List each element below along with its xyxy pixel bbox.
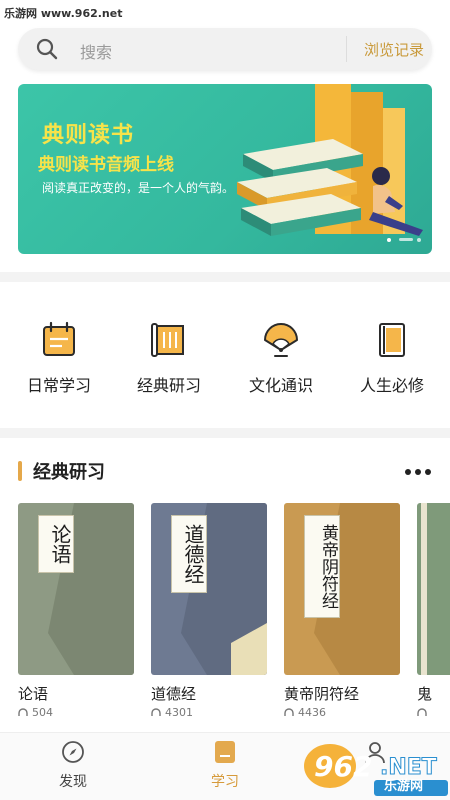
headphone-icon (18, 708, 28, 716)
category-label: 人生必修 (359, 376, 424, 395)
book-name: 鬼 (417, 685, 433, 703)
banner-title: 典则读书 (42, 123, 135, 148)
category-label: 日常学习 (26, 376, 91, 395)
compass-icon (62, 741, 84, 763)
section-title: 经典研习 (33, 462, 105, 483)
book-icon (379, 323, 405, 357)
cover-title: 黄帝阴符经 (304, 515, 340, 618)
cover-shadow (48, 503, 134, 675)
calendar-icon (43, 321, 75, 356)
watermark-subtext: 乐游网 (384, 779, 424, 794)
svg-text:962: 962 (314, 750, 372, 783)
study-icon (215, 741, 235, 763)
banner-illustration (237, 84, 423, 242)
section-accent-bar (18, 461, 22, 481)
search-icon (36, 38, 58, 60)
listen-count (417, 706, 450, 719)
tab-study[interactable]: 学习 (180, 739, 270, 791)
listen-count: 4436 (284, 706, 400, 719)
book-name: 黄帝阴符经 (284, 685, 360, 703)
cover-shadow (421, 503, 427, 675)
banner-description: 阅读真正改变的，是一个人的气韵。 (42, 181, 235, 195)
listen-count-value: 4436 (298, 706, 326, 719)
listen-count: 4301 (151, 706, 267, 719)
listen-count-value: 504 (32, 706, 53, 719)
book-card-gui[interactable]: 鬼 (417, 503, 450, 723)
listen-count: 504 (18, 706, 134, 719)
book-cover: 黄帝阴符经 (284, 503, 400, 675)
headphone-icon (417, 708, 427, 716)
listen-count-value: 4301 (165, 706, 193, 719)
tab-discover[interactable]: 发现 (28, 739, 118, 791)
cover-shadow (181, 503, 267, 675)
tab-label: 发现 (59, 774, 87, 790)
book-name: 论语 (18, 685, 49, 703)
search-input[interactable]: 搜索 (80, 39, 112, 63)
fan-icon (264, 323, 298, 357)
cover-shadow (314, 503, 400, 675)
category-label: 文化通识 (248, 376, 313, 395)
book-name: 道德经 (151, 685, 197, 703)
scroll-icon (151, 323, 184, 357)
book-cover: 道德经 (151, 503, 267, 675)
category-daily-study[interactable]: 日常学习 (4, 320, 114, 410)
search-divider (346, 36, 347, 62)
browse-history-link[interactable]: 浏览记录 (364, 39, 424, 60)
section-divider (0, 428, 450, 438)
tab-label: 学习 (211, 774, 239, 790)
book-cover (417, 503, 450, 675)
category-row: 日常学习 经典研习 文化通识 人生必修 (0, 300, 450, 420)
headphone-icon (151, 708, 161, 716)
book-card-daodejing[interactable]: 道德经 道德经 4301 (151, 503, 267, 723)
book-list: 论语 论语 504 道德经 道德经 4301 黄帝阴符经 黄帝阴符经 4436 (0, 503, 450, 723)
book-cover: 论语 (18, 503, 134, 675)
category-culture-basics[interactable]: 文化通识 (226, 320, 336, 410)
watermark-logo: 962 .NET (304, 744, 448, 796)
promo-banner[interactable]: 典则读书 典则读书音频上线 阅读真正改变的，是一个人的气韵。 (18, 84, 432, 254)
cover-title: 道德经 (171, 515, 207, 593)
section-divider (0, 272, 450, 282)
watermark-text: 乐游网 www.962.net (4, 7, 123, 20)
category-life-essentials[interactable]: 人生必修 (337, 320, 447, 410)
banner-subtitle: 典则读书音频上线 (38, 155, 174, 175)
headphone-icon (284, 708, 294, 716)
section-header: 经典研习 (0, 448, 450, 488)
category-classic-study[interactable]: 经典研习 (114, 320, 224, 410)
book-card-huangdi-yinfujing[interactable]: 黄帝阴符经 黄帝阴符经 4436 (284, 503, 400, 723)
book-card-lunyu[interactable]: 论语 论语 504 (18, 503, 134, 723)
more-icon[interactable] (404, 468, 432, 476)
category-label: 经典研习 (136, 376, 201, 395)
search-bar[interactable]: 搜索 浏览记录 (18, 28, 432, 70)
cover-title: 论语 (38, 515, 74, 573)
